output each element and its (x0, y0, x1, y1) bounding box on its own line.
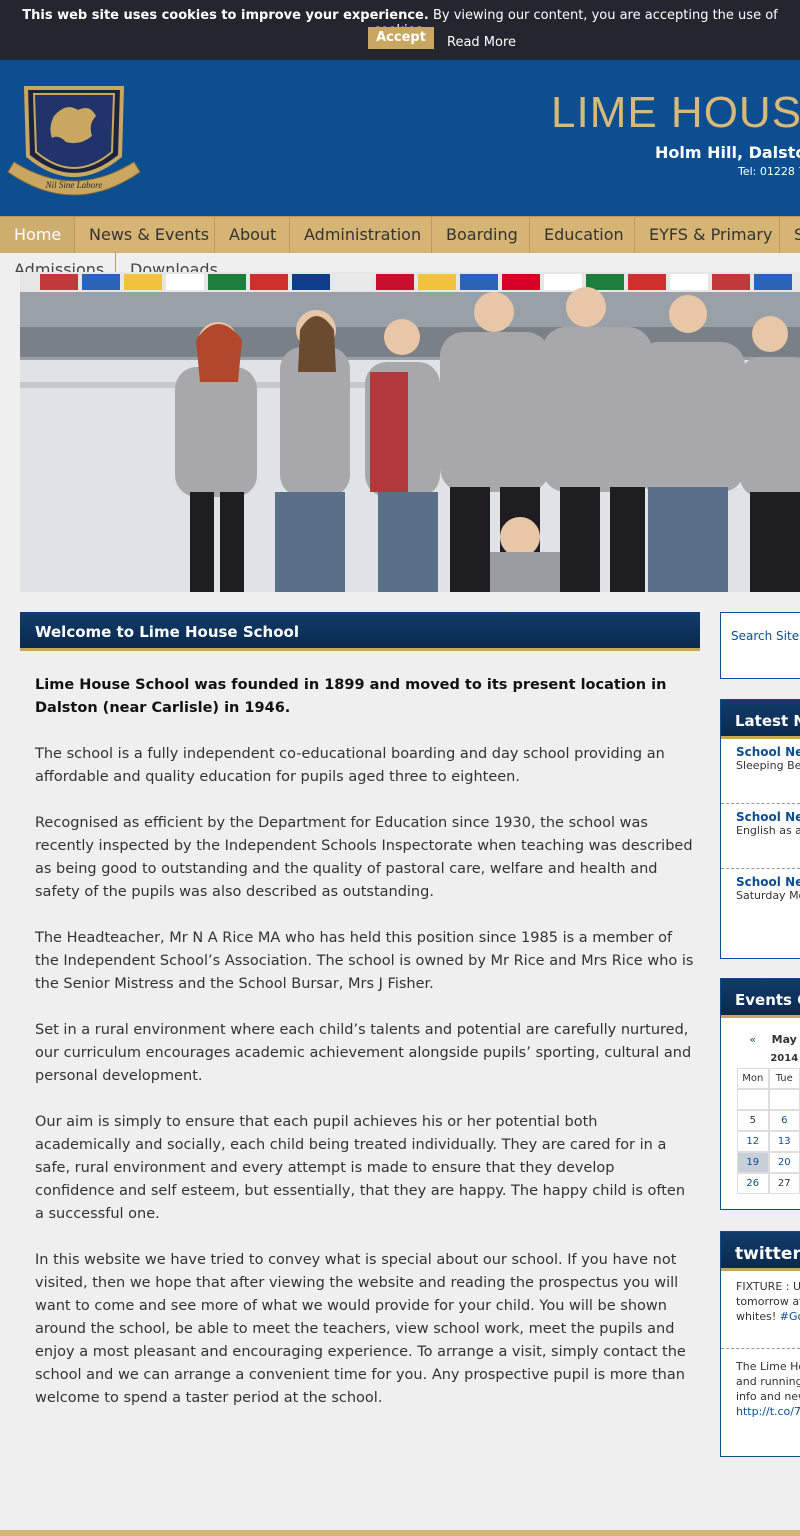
calendar-day-today[interactable]: 19 (737, 1152, 769, 1173)
welcome-paragraph: Our aim is simply to ensure that each pu… (35, 1114, 686, 1222)
events-calendar-box: Events C « May 2014 Mon Tue 5 6 12 13 19… (720, 978, 800, 1210)
accept-cookies-button[interactable]: Accept (368, 27, 434, 49)
school-crest-logo[interactable]: Nil Sine Labore (4, 76, 144, 204)
nav-admissions[interactable]: Admissions (14, 252, 104, 272)
welcome-paragraph: Recognised as efficient by the Departmen… (35, 815, 693, 900)
twitter-feed-box: twitter FIXTURE : U1 tomorrow at whites!… (720, 1231, 800, 1457)
news-item-desc: English as an (736, 824, 800, 837)
calendar-day[interactable]: 13 (768, 1131, 800, 1152)
nav-about[interactable]: About (215, 217, 290, 253)
tweet-hashtag-link[interactable]: #Goo (780, 1310, 800, 1323)
site-header: Nil Sine Labore LIME HOUS Holm Hill, Dal… (0, 60, 800, 216)
calendar-month: May (771, 1032, 797, 1046)
events-calendar-heading: Events C (721, 979, 800, 1018)
tweet-line: info and new (736, 1390, 800, 1403)
calendar-day (768, 1089, 800, 1110)
welcome-paragraph: The Headteacher, Mr N A Rice MA who has … (35, 930, 694, 992)
welcome-paragraph: The school is a fully independent co-edu… (35, 746, 665, 785)
nav-boarding[interactable]: Boarding (432, 217, 530, 253)
calendar-day-header: Tue (768, 1068, 800, 1089)
calendar-day[interactable]: 20 (768, 1152, 800, 1173)
footer-strip (0, 1530, 800, 1536)
cookie-banner: This web site uses cookies to improve yo… (0, 0, 800, 60)
nav-administration[interactable]: Administration (290, 217, 432, 253)
main-navigation: Home News & Events About Administration … (0, 216, 800, 253)
tweet-line: whites! (736, 1310, 780, 1323)
welcome-heading-bar: Welcome to Lime House School (20, 612, 700, 651)
crest-motto: Nil Sine Labore (45, 180, 103, 190)
site-telephone: Tel: 01228 7 (738, 165, 800, 178)
nav-news-events[interactable]: News & Events (75, 217, 215, 253)
news-item[interactable]: School New Saturday Mo (721, 869, 800, 933)
calendar-prev-button[interactable]: « (737, 1033, 769, 1046)
news-item-title[interactable]: School New (736, 745, 800, 759)
nav-home[interactable]: Home (0, 217, 75, 253)
nav-education[interactable]: Education (530, 217, 635, 253)
nav-eyfs-primary[interactable]: EYFS & Primary (635, 217, 780, 253)
news-item-desc: Sleeping Bea (736, 759, 800, 772)
welcome-paragraph: In this website we have tried to convey … (35, 1252, 686, 1406)
nav-more-item[interactable]: S (780, 217, 800, 253)
site-address: Holm Hill, Dalston (655, 143, 800, 162)
news-item-title[interactable]: School New (736, 875, 800, 889)
nav-downloads[interactable]: Downloads (130, 252, 218, 272)
tweet: FIXTURE : U1 tomorrow at whites! #Goo (721, 1271, 800, 1349)
welcome-heading: Welcome to Lime House School (35, 623, 299, 641)
site-title: LIME HOUS (551, 88, 800, 137)
latest-news-heading: Latest Ne (721, 700, 800, 739)
welcome-paragraph: Set in a rural environment where each ch… (35, 1022, 692, 1084)
tweet-line: FIXTURE : U1 (736, 1280, 800, 1293)
calendar-day[interactable]: 26 (737, 1173, 769, 1194)
search-input[interactable]: Search Site... (731, 629, 800, 643)
welcome-lead: Lime House School was founded in 1899 an… (35, 677, 667, 716)
calendar-day[interactable]: 5 (737, 1110, 769, 1131)
calendar-day[interactable]: 6 (768, 1110, 800, 1131)
latest-news-box: Latest Ne School New Sleeping Bea School… (720, 699, 800, 959)
tweet: The Lime Ho and running info and new htt… (721, 1349, 800, 1427)
news-item[interactable]: School New English as an (721, 804, 800, 869)
calendar-day-header: Mon (737, 1068, 769, 1089)
calendar-day[interactable]: 27 (768, 1173, 800, 1194)
tweet-link[interactable]: http://t.co/75 (736, 1405, 800, 1418)
hero-photo (20, 272, 800, 592)
tweet-line: tomorrow at (736, 1295, 800, 1308)
nav-divider (115, 252, 116, 272)
calendar-day[interactable]: 12 (737, 1131, 769, 1152)
calendar: « May 2014 Mon Tue 5 6 12 13 19 20 26 27 (721, 1018, 800, 1194)
news-item-desc: Saturday Mo (736, 889, 800, 902)
calendar-day (737, 1089, 769, 1110)
twitter-logo: twitter (721, 1232, 800, 1271)
cookie-message-bold: This web site uses cookies to improve yo… (22, 8, 429, 23)
tweet-line: The Lime Ho (736, 1360, 800, 1373)
calendar-year: 2014 (770, 1052, 799, 1064)
news-item[interactable]: School New Sleeping Bea (721, 739, 800, 804)
news-item-title[interactable]: School New (736, 810, 800, 824)
search-box: Search Site... (720, 612, 800, 679)
welcome-content: Lime House School was founded in 1899 an… (35, 674, 695, 1433)
read-more-link[interactable]: Read More (447, 35, 516, 50)
tweet-line: and running (736, 1375, 800, 1388)
cookie-message-text: By viewing our content, you are acceptin… (373, 8, 778, 38)
